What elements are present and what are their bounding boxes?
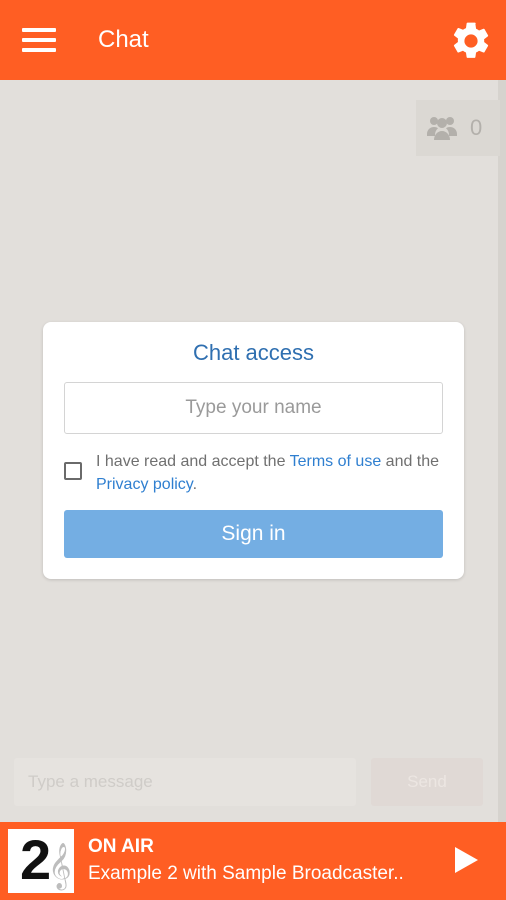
chat-access-dialog: Chat access I have read and accept the T… — [43, 322, 464, 579]
sign-in-button[interactable]: Sign in — [64, 510, 443, 558]
privacy-policy-link[interactable]: Privacy policy — [96, 476, 193, 493]
play-icon[interactable] — [452, 845, 480, 875]
online-users-count: 0 — [470, 115, 483, 140]
terms-prefix: I have read and accept the — [96, 453, 290, 470]
station-number: 2 — [20, 828, 52, 891]
player-bar — [0, 822, 506, 900]
send-button[interactable]: Send — [371, 758, 483, 806]
station-logo: 𝄞 2 — [8, 828, 74, 893]
message-input[interactable] — [14, 758, 356, 806]
treble-clef-icon: 𝄞 — [48, 843, 72, 889]
name-input[interactable] — [64, 382, 443, 434]
terms-suffix: . — [192, 476, 198, 493]
scrollbar[interactable] — [498, 80, 506, 822]
app-bar: Chat — [0, 0, 506, 80]
online-users-panel[interactable] — [416, 100, 500, 156]
gear-icon[interactable] — [449, 19, 493, 63]
hamburger-menu-icon[interactable] — [22, 28, 56, 54]
users-group-icon — [427, 117, 457, 140]
terms-middle: and the — [381, 453, 440, 470]
track-title: Example 2 with Sample Broadcaster.. — [88, 863, 404, 884]
on-air-label: ON AIR — [88, 836, 154, 857]
terms-of-use-link[interactable]: Terms of use — [290, 453, 382, 470]
dialog-title: Chat access — [192, 340, 315, 365]
terms-text: I have read and accept the Terms of use … — [96, 450, 446, 496]
app-bar-title: Chat — [98, 26, 149, 53]
accept-terms-checkbox[interactable] — [64, 462, 82, 480]
